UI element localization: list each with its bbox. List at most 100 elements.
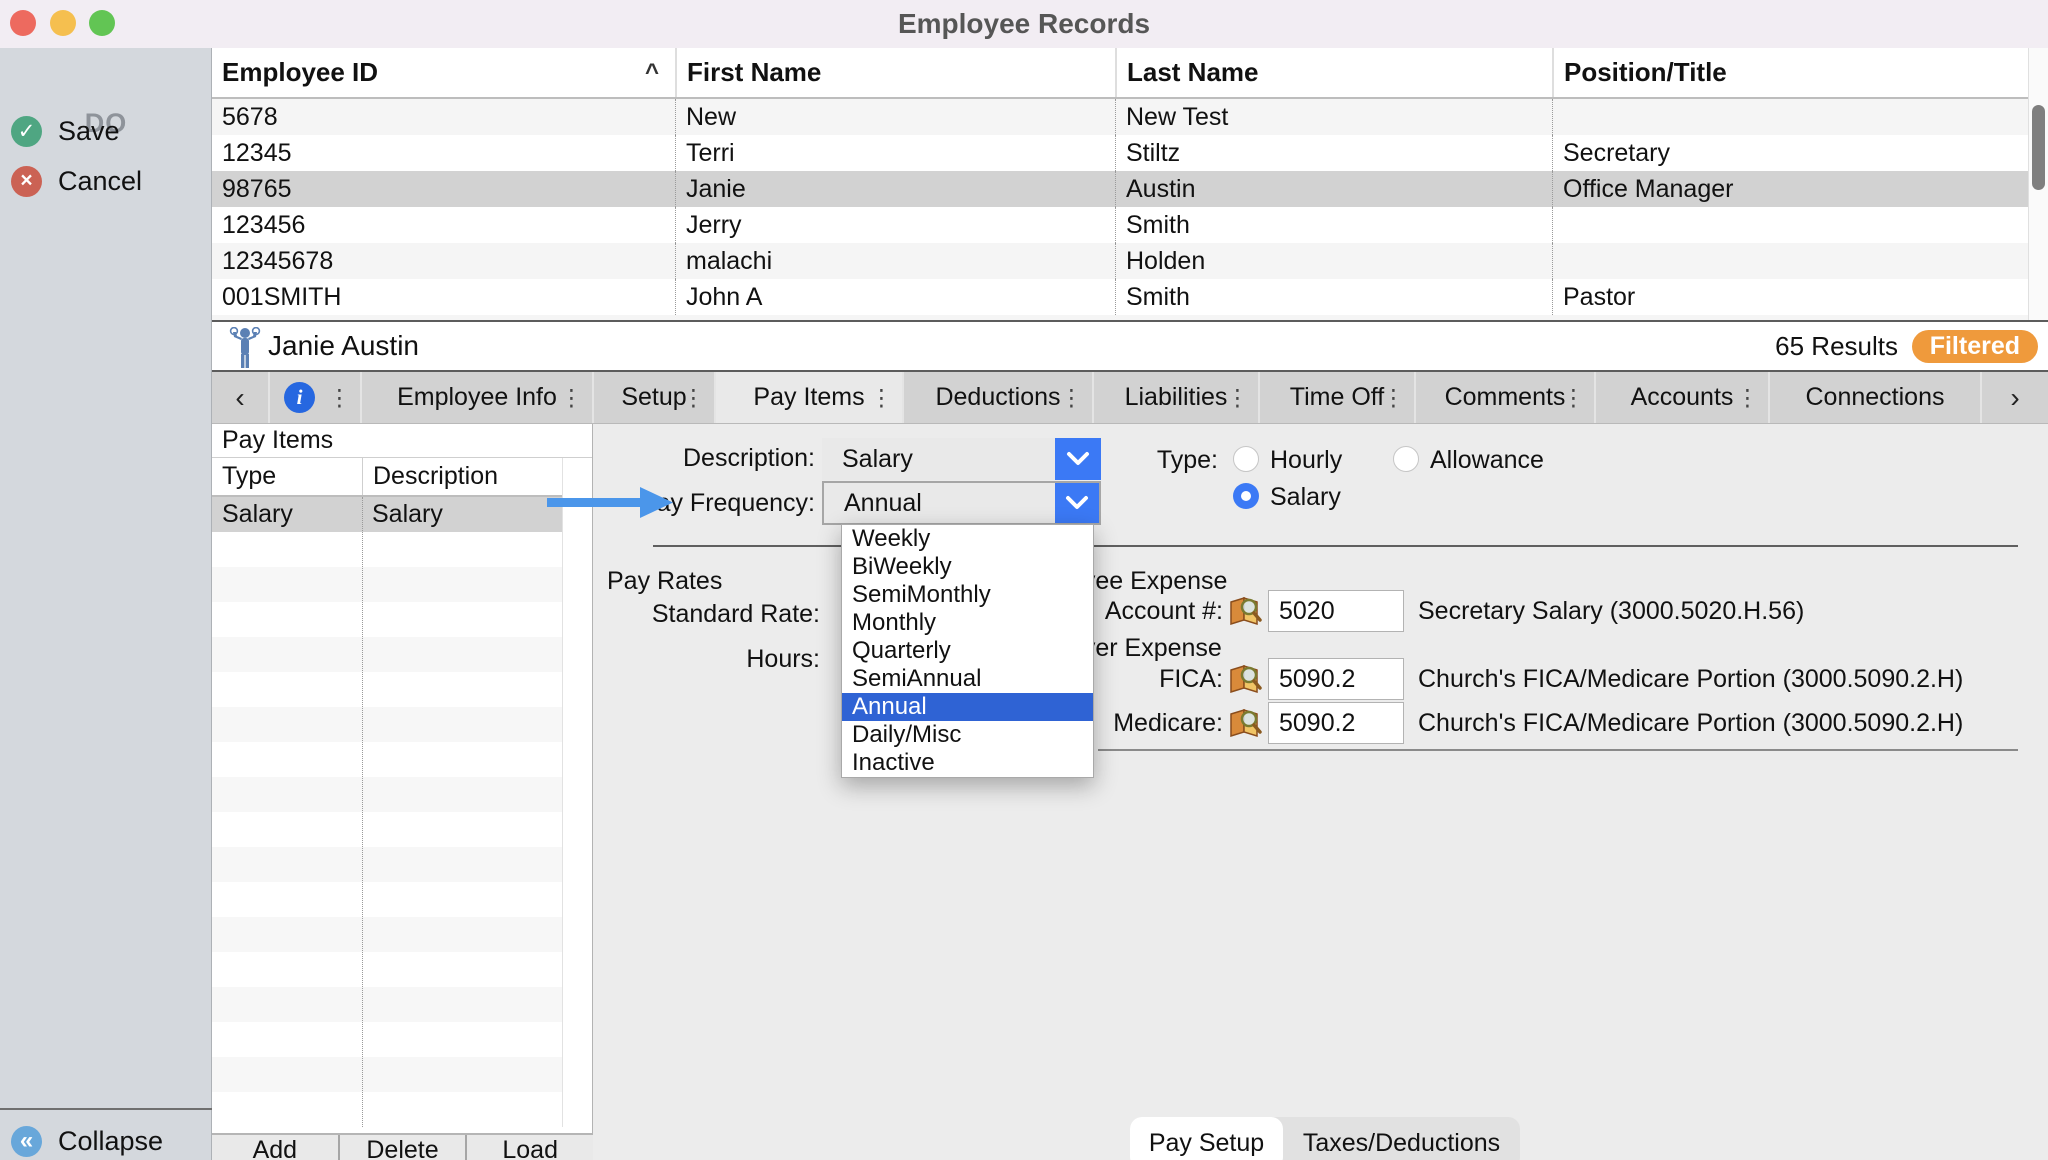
pay-item-row-empty[interactable] [212,812,562,847]
column-header-first-name[interactable]: First Name [675,48,1115,97]
dropdown-option[interactable]: Weekly [842,525,1093,553]
pay-item-row-empty[interactable] [212,917,562,952]
tab-options-dots-icon[interactable]: ⋮ [1226,384,1249,411]
type-radio-allowance[interactable] [1393,446,1419,472]
pay-item-row-empty[interactable] [212,1022,562,1057]
tab-taxes-deductions[interactable]: Taxes/Deductions [1283,1117,1520,1160]
tab-employee-info[interactable]: Employee Info⋮ [360,372,592,423]
cancel-button[interactable]: × Cancel [0,160,212,202]
tab-label: Time Off [1290,383,1384,412]
scrollbar-thumb[interactable] [2032,105,2045,190]
dropdown-option-highlighted[interactable]: Annual [842,693,1093,721]
table-row-selected[interactable]: 98765 Janie Austin Office Manager [212,171,2028,207]
dropdown-option[interactable]: Inactive [842,749,1093,777]
pay-item-row-empty[interactable] [212,672,562,707]
pay-frequency-dropdown[interactable]: Annual [822,481,1101,525]
tab-pay-items[interactable]: Pay Items⋮ [714,372,902,423]
delete-pay-item-button[interactable]: Delete [338,1135,466,1160]
pay-item-row-selected[interactable]: Salary Salary [212,497,562,532]
column-header-position-title[interactable]: Position/Title [1552,48,2028,97]
tab-liabilities[interactable]: Liabilities⋮ [1092,372,1258,423]
column-header-last-name[interactable]: Last Name [1115,48,1552,97]
tab-deductions[interactable]: Deductions⋮ [902,372,1092,423]
tab-options-dots-icon[interactable]: ⋮ [560,384,583,411]
table-row[interactable]: 5678 New New Test [212,99,2028,135]
table-row[interactable]: 001SMITH John A Smith Pastor [212,279,2028,315]
tab-setup[interactable]: Setup⋮ [592,372,714,423]
action-sidebar: DO ✓ Save × Cancel [0,48,212,1160]
pay-item-row-empty[interactable] [212,882,562,917]
tab-options-dots-icon[interactable]: ⋮ [1060,384,1083,411]
column-header-description[interactable]: Description [362,458,562,495]
type-option-hourly-label[interactable]: Hourly [1270,446,1342,475]
type-option-allowance-label[interactable]: Allowance [1430,446,1544,475]
account-lookup-icon[interactable] [1228,707,1262,737]
pay-item-row-empty[interactable] [212,1057,562,1092]
pay-frequency-dropdown-button[interactable] [1055,483,1099,523]
add-pay-item-button[interactable]: Add [212,1135,338,1160]
account-number-input[interactable] [1268,590,1404,632]
load-pay-item-button[interactable]: Load [465,1135,593,1160]
table-row[interactable]: 123456 Jerry Smith [212,207,2028,243]
column-header-type[interactable]: Type [212,458,362,495]
tab-options-dots-icon[interactable]: ⋮ [682,384,705,411]
description-dropdown-button[interactable] [1055,438,1101,480]
tab-pay-setup-active[interactable]: Pay Setup [1130,1117,1283,1160]
pay-item-row-empty[interactable] [212,707,562,742]
pay-item-row-empty[interactable] [212,987,562,1022]
dropdown-option[interactable]: Quarterly [842,637,1093,665]
pay-item-row-empty[interactable] [212,532,562,567]
pay-item-type: Salary [212,497,362,532]
sidebar-divider [0,1108,212,1110]
description-dropdown[interactable]: Salary [822,438,1101,480]
filtered-badge[interactable]: Filtered [1912,330,2038,363]
tab-comments[interactable]: Comments⋮ [1414,372,1594,423]
dropdown-option[interactable]: SemiAnnual [842,665,1093,693]
fica-account-input[interactable] [1268,658,1404,700]
results-count: 65 Results [1775,322,1898,370]
tabs-scroll-right-button[interactable]: › [1980,372,2048,423]
pay-items-scrollbar-track[interactable] [562,458,592,1127]
tab-options-dots-icon[interactable]: ⋮ [870,384,893,411]
pay-item-row-empty[interactable] [212,602,562,637]
pay-item-row-empty[interactable] [212,952,562,987]
pay-item-row-empty[interactable] [212,567,562,602]
cell-position [1552,99,2028,135]
table-scrollbar[interactable] [2028,48,2048,320]
cell-last-name: Austin [1115,171,1552,207]
table-row[interactable]: 12345 Terri Stiltz Secretary [212,135,2028,171]
type-radio-hourly[interactable] [1233,446,1259,472]
collapse-chevrons-icon: « [11,1126,42,1157]
dropdown-option[interactable]: Daily/Misc [842,721,1093,749]
dropdown-option[interactable]: Monthly [842,609,1093,637]
tab-accounts[interactable]: Accounts⋮ [1594,372,1768,423]
tabs-scroll-left-button[interactable]: ‹ [212,372,268,423]
medicare-account-input[interactable] [1268,702,1404,744]
table-row[interactable]: 12345678 malachi Holden [212,243,2028,279]
tab-options-dots-icon[interactable]: ⋮ [1382,384,1405,411]
cell-position [1552,243,2028,279]
hours-label: Hours: [600,645,820,674]
pay-item-row-empty[interactable] [212,777,562,812]
tab-info[interactable]: i ⋮ [268,372,360,423]
tab-time-off[interactable]: Time Off⋮ [1258,372,1414,423]
tab-connections[interactable]: Connections [1768,372,1980,423]
account-lookup-icon[interactable] [1228,663,1262,693]
type-radio-salary-selected[interactable] [1233,483,1259,509]
chevron-right-icon: › [2010,382,2019,414]
type-option-salary-label[interactable]: Salary [1270,483,1341,512]
collapse-button[interactable]: « Collapse [0,1120,212,1160]
pay-item-row-empty[interactable] [212,847,562,882]
pay-item-row-empty[interactable] [212,742,562,777]
tab-options-dots-icon[interactable]: ⋮ [328,384,351,411]
column-header-employee-id[interactable]: Employee ID ^ [212,48,675,97]
dropdown-option[interactable]: SemiMonthly [842,581,1093,609]
pay-item-row-empty[interactable] [212,1092,562,1127]
dropdown-option[interactable]: BiWeekly [842,553,1093,581]
column-label: Last Name [1127,57,1259,88]
account-lookup-icon[interactable] [1228,595,1262,625]
pay-item-row-empty[interactable] [212,637,562,672]
tab-options-dots-icon[interactable]: ⋮ [1562,384,1585,411]
save-button[interactable]: ✓ Save [0,110,212,152]
tab-options-dots-icon[interactable]: ⋮ [1736,384,1759,411]
